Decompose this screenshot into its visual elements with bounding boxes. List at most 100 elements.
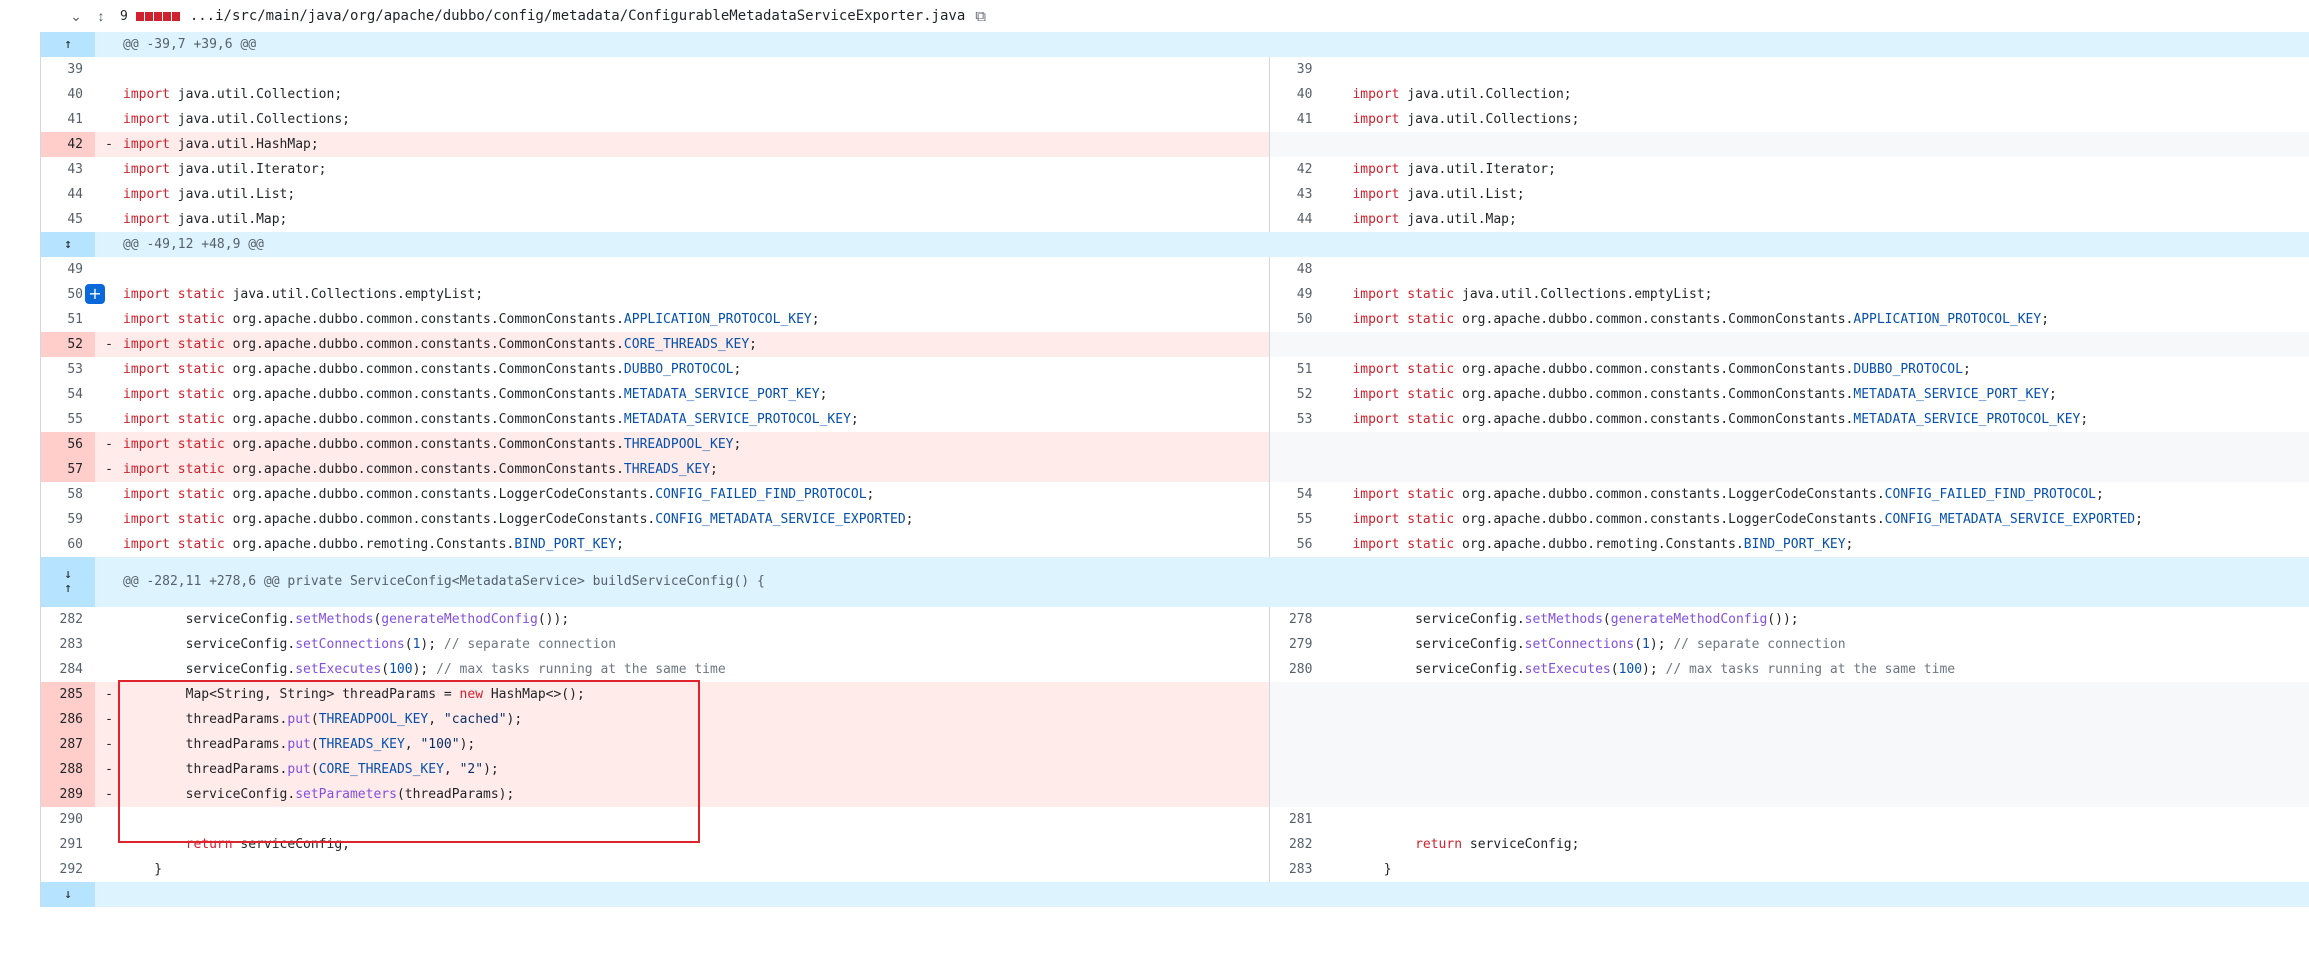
- code-token: CONFIG_METADATA_SERVICE_EXPORTED: [655, 512, 906, 527]
- line-number[interactable]: 51: [41, 307, 95, 332]
- diff-row: 52- import static org.apache.dubbo.common…: [41, 332, 2309, 357]
- line-number[interactable]: [1270, 432, 1324, 457]
- code-token: serviceConfig.: [123, 637, 296, 652]
- line-number[interactable]: 60: [41, 532, 95, 557]
- code-line: import java.util.Map;: [123, 207, 1269, 232]
- line-number[interactable]: 292: [41, 857, 95, 882]
- line-number[interactable]: 291: [41, 832, 95, 857]
- line-number[interactable]: 53: [41, 357, 95, 382]
- code-token: );: [1649, 637, 1674, 652]
- line-number[interactable]: 50: [1270, 307, 1324, 332]
- code-token: ,: [443, 762, 460, 777]
- line-number[interactable]: 41: [41, 107, 95, 132]
- line-number[interactable]: [1270, 332, 1324, 357]
- line-number[interactable]: 49: [1270, 282, 1324, 307]
- line-number[interactable]: 278: [1270, 607, 1324, 632]
- line-number[interactable]: 52: [41, 332, 95, 357]
- file-header: ⌄ ↕ 9 ...i/src/main/java/org/apache/dubb…: [40, 0, 2309, 32]
- line-number[interactable]: 41: [1270, 107, 1324, 132]
- line-number[interactable]: 280: [1270, 657, 1324, 682]
- line-number[interactable]: 49: [41, 257, 95, 282]
- line-number[interactable]: 54: [41, 382, 95, 407]
- line-number[interactable]: 289: [41, 782, 95, 807]
- line-number[interactable]: [1270, 782, 1324, 807]
- code-token: ;: [733, 362, 742, 377]
- line-number[interactable]: 44: [1270, 207, 1324, 232]
- line-number[interactable]: [1270, 757, 1324, 782]
- line-number[interactable]: 58: [41, 482, 95, 507]
- expand-lines-icon[interactable]: ↕: [41, 232, 95, 257]
- line-number[interactable]: [1270, 457, 1324, 482]
- line-number[interactable]: [1270, 707, 1324, 732]
- line-number[interactable]: 39: [41, 57, 95, 82]
- line-number[interactable]: 282: [1270, 832, 1324, 857]
- line-number[interactable]: 55: [1270, 507, 1324, 532]
- line-number[interactable]: 282: [41, 607, 95, 632]
- line-number[interactable]: [1270, 732, 1324, 757]
- diff-marker: [95, 632, 123, 657]
- line-number[interactable]: 45: [41, 207, 95, 232]
- line-number[interactable]: 283: [41, 632, 95, 657]
- diff-left-line: 42- import java.util.HashMap;: [41, 132, 1270, 157]
- unfold-icon[interactable]: ↕: [90, 8, 112, 24]
- line-number[interactable]: 279: [1270, 632, 1324, 657]
- code-token: generateMethodConfig: [1610, 612, 1768, 627]
- line-number[interactable]: 283: [1270, 857, 1324, 882]
- diff-marker: -: [105, 337, 113, 352]
- line-number[interactable]: 39: [1270, 57, 1324, 82]
- line-number[interactable]: 52: [1270, 382, 1324, 407]
- code-token: org.apache.dubbo.common.constants.Common…: [1462, 412, 1854, 427]
- copy-icon[interactable]: ⧉: [975, 8, 986, 25]
- line-number[interactable]: 54: [1270, 482, 1324, 507]
- line-number[interactable]: 55: [41, 407, 95, 432]
- line-number[interactable]: [1270, 132, 1324, 157]
- line-number[interactable]: 42: [41, 132, 95, 157]
- code-token: java.util.List;: [177, 187, 296, 202]
- diff-right-line: 54 import static org.apache.dubbo.common.…: [1269, 482, 2309, 507]
- line-number[interactable]: 40: [1270, 82, 1324, 107]
- line-number[interactable]: 59: [41, 507, 95, 532]
- line-number[interactable]: 281: [1270, 807, 1324, 832]
- line-number[interactable]: 51: [1270, 357, 1324, 382]
- expand-up-icon[interactable]: ↑: [64, 37, 72, 52]
- diff-view: ⌄ ↕ 9 ...i/src/main/java/org/apache/dubb…: [0, 0, 2309, 962]
- diff-marker: [1324, 457, 1352, 482]
- line-number[interactable]: 43: [1270, 182, 1324, 207]
- line-number[interactable]: [1270, 682, 1324, 707]
- line-number[interactable]: 287: [41, 732, 95, 757]
- code-token: (: [381, 662, 390, 677]
- line-number[interactable]: 48: [1270, 257, 1324, 282]
- code-token: "100": [420, 737, 460, 752]
- code-line: import static org.apache.dubbo.common.co…: [123, 307, 1269, 332]
- line-number[interactable]: 40: [41, 82, 95, 107]
- file-path[interactable]: ...i/src/main/java/org/apache/dubbo/conf…: [190, 8, 965, 24]
- line-number[interactable]: 53: [1270, 407, 1324, 432]
- expand-both-icon[interactable]: ↕: [64, 237, 72, 252]
- diff-left-line: 43 import java.util.Iterator;: [41, 157, 1269, 182]
- expand-down-icon[interactable]: ↓: [41, 882, 95, 907]
- line-number[interactable]: 44: [41, 182, 95, 207]
- chevron-down-icon[interactable]: ⌄: [62, 8, 90, 25]
- line-number[interactable]: 56: [41, 432, 95, 457]
- expand-lines-icon[interactable]: ↓ ↑: [41, 557, 95, 607]
- diff-marker: [1324, 807, 1352, 832]
- diff-right-line: [1269, 782, 2309, 807]
- line-number[interactable]: 42: [1270, 157, 1324, 182]
- line-number[interactable]: 288: [41, 757, 95, 782]
- line-number[interactable]: 284: [41, 657, 95, 682]
- expand-lines-icon[interactable]: ↑: [41, 32, 95, 57]
- code-line: import static org.apache.dubbo.common.co…: [123, 332, 1269, 357]
- line-number[interactable]: 286: [41, 707, 95, 732]
- code-token: threadParams.: [123, 737, 288, 752]
- line-number[interactable]: 57: [41, 457, 95, 482]
- diff-right-line: 280 serviceConfig.setExecutes(100); // m…: [1269, 657, 2309, 682]
- add-comment-button[interactable]: +: [85, 284, 105, 304]
- line-number[interactable]: 56: [1270, 532, 1324, 557]
- line-number[interactable]: 290: [41, 807, 95, 832]
- line-number[interactable]: 43: [41, 157, 95, 182]
- expand-up-icon[interactable]: ↑: [64, 582, 72, 596]
- line-number[interactable]: 285: [41, 682, 95, 707]
- code-token: (: [1610, 662, 1619, 677]
- expand-down-icon[interactable]: ↓: [64, 568, 72, 582]
